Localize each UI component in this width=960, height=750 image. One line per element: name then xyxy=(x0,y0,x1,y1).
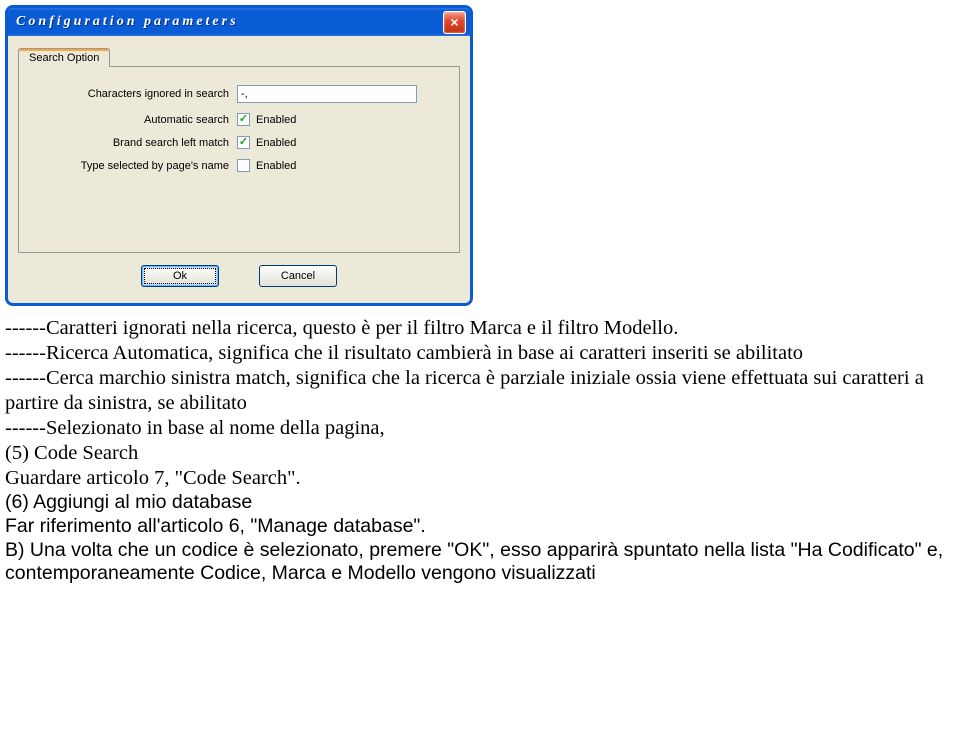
row-brand-left: Brand search left match Enabled xyxy=(31,136,447,149)
doc-line-4: ------Selezionato in base al nome della … xyxy=(5,417,385,439)
close-button[interactable]: × xyxy=(443,11,466,34)
document-text: ------Caratteri ignorati nella ricerca, … xyxy=(5,316,955,586)
brand-left-enabled-label: Enabled xyxy=(256,137,296,149)
auto-search-label: Automatic search xyxy=(31,114,237,126)
doc-line-7: (6) Aggiungi al mio database xyxy=(5,491,252,513)
row-type-page: Type selected by page's name Enabled xyxy=(31,159,447,172)
doc-line-2: ------Ricerca Automatica, significa che … xyxy=(5,342,803,364)
row-auto-search: Automatic search Enabled xyxy=(31,113,447,126)
close-icon: × xyxy=(450,14,458,30)
button-row: Ok Cancel xyxy=(18,265,460,293)
type-page-label: Type selected by page's name xyxy=(31,160,237,172)
auto-search-checkbox[interactable] xyxy=(237,113,250,126)
titlebar[interactable]: Configuration parameters × xyxy=(8,8,470,36)
brand-left-label: Brand search left match xyxy=(31,137,237,149)
cancel-button[interactable]: Cancel xyxy=(259,265,337,287)
doc-line-1: ------Caratteri ignorati nella ricerca, … xyxy=(5,317,678,339)
doc-line-8: Far riferimento all'articolo 6, "Manage … xyxy=(5,515,426,537)
type-page-enabled-label: Enabled xyxy=(256,160,296,172)
doc-line-9: B) Una volta che un codice è selezionato… xyxy=(5,539,943,585)
ok-button[interactable]: Ok xyxy=(141,265,219,287)
brand-left-checkbox[interactable] xyxy=(237,136,250,149)
tab-panel: Characters ignored in search Automatic s… xyxy=(18,66,460,253)
chars-ignored-label: Characters ignored in search xyxy=(31,88,237,100)
doc-line-6: Guardare articolo 7, "Code Search". xyxy=(5,467,301,489)
doc-line-3: ------Cerca marchio sinistra match, sign… xyxy=(5,367,924,414)
config-dialog: Configuration parameters × Search Option… xyxy=(5,5,473,306)
row-chars-ignored: Characters ignored in search xyxy=(31,85,447,103)
chars-ignored-input[interactable] xyxy=(237,85,417,103)
doc-line-5: (5) Code Search xyxy=(5,442,138,464)
tab-search-option[interactable]: Search Option xyxy=(18,48,110,67)
tab-strip: Search Option xyxy=(18,44,460,66)
type-page-checkbox[interactable] xyxy=(237,159,250,172)
auto-search-enabled-label: Enabled xyxy=(256,114,296,126)
dialog-title: Configuration parameters xyxy=(16,14,239,30)
dialog-body: Search Option Characters ignored in sear… xyxy=(8,36,470,303)
